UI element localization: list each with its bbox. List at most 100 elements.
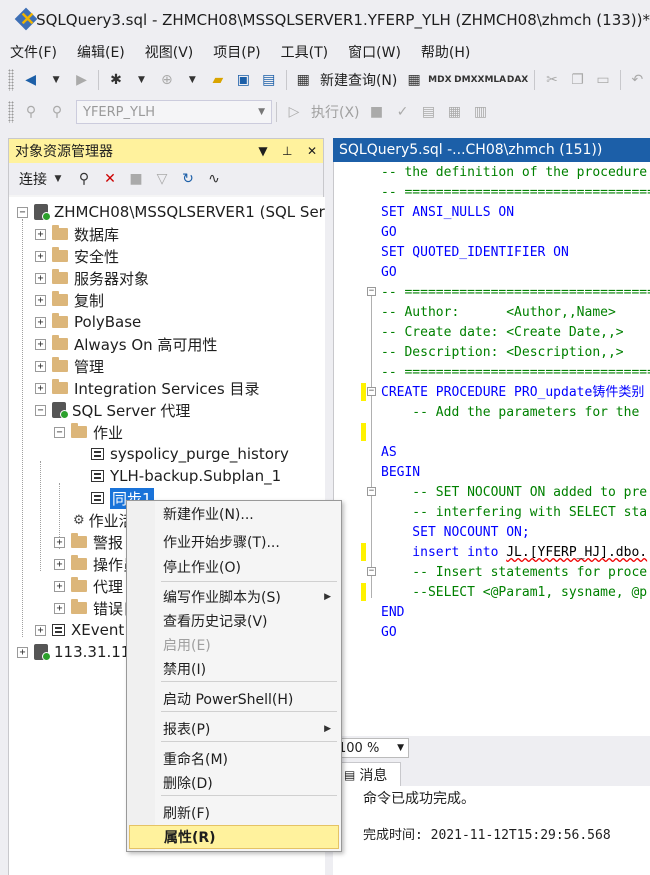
context-menu-item[interactable]: 启用(E)	[155, 633, 341, 657]
tree-node-databases[interactable]: + 数据库	[35, 223, 119, 245]
copy-icon[interactable]: ❐	[567, 69, 588, 91]
pin-icon[interactable]: ⊥	[282, 144, 292, 158]
menu-window[interactable]: 窗口(W)	[338, 42, 411, 62]
toolbar-grip[interactable]	[8, 101, 14, 123]
tree-node-xevent[interactable]: + XEvent	[35, 619, 124, 641]
context-menu-item[interactable]: 启动 PowerShell(H)	[155, 687, 341, 711]
collapse-icon[interactable]: −	[54, 426, 65, 438]
context-menu-item[interactable]: 作业开始步骤(T)...	[155, 530, 341, 554]
close-icon[interactable]: ✕	[307, 144, 317, 158]
open-folder-icon[interactable]: ▰	[207, 69, 228, 91]
expand-icon[interactable]: +	[35, 382, 46, 394]
expand-icon[interactable]: +	[35, 624, 46, 636]
dropdown-icon[interactable]: ▼	[45, 69, 66, 91]
context-menu-item[interactable]: 刷新(F)	[155, 801, 341, 825]
dax-query-icon[interactable]: DAX	[507, 69, 528, 91]
activity-monitor-icon[interactable]: ∿	[203, 168, 225, 190]
dmx-query-icon[interactable]: DMX	[454, 69, 477, 91]
expand-icon[interactable]: +	[35, 294, 46, 306]
expand-icon[interactable]: +	[35, 338, 46, 350]
context-menu-item[interactable]: 停止作业(O)	[155, 555, 341, 579]
connect-button[interactable]: 连接	[19, 169, 47, 189]
fold-toggle-icon[interactable]: −	[367, 567, 376, 576]
expand-icon[interactable]: +	[54, 558, 65, 570]
paste-icon[interactable]: ▭	[592, 69, 613, 91]
server-node-other[interactable]: + 113.31.11	[17, 641, 130, 663]
query-icon[interactable]: ▦	[403, 69, 424, 91]
expand-icon[interactable]: +	[35, 250, 46, 262]
connect-icon[interactable]: ⚲	[20, 101, 42, 123]
debug-icon[interactable]: ▤	[418, 101, 440, 123]
collapse-icon[interactable]: −	[35, 404, 46, 416]
results-grid-icon[interactable]: ▦	[444, 101, 466, 123]
expand-icon[interactable]: +	[35, 228, 46, 240]
xmla-query-icon[interactable]: XMLA	[478, 69, 507, 91]
toolbar-grip[interactable]	[8, 69, 14, 91]
context-menu-item[interactable]: 重命名(M)	[155, 747, 341, 771]
tree-node-always-on[interactable]: + Always On 高可用性	[35, 333, 217, 355]
context-menu-item[interactable]: 编写作业脚本为(S) ▶	[155, 585, 341, 609]
tree-node-jobs[interactable]: − 作业	[54, 421, 123, 443]
mdx-query-icon[interactable]: MDX	[428, 69, 451, 91]
filter-icon[interactable]: ▽	[151, 168, 173, 190]
context-menu-item[interactable]: 报表(P) ▶	[155, 717, 341, 741]
menu-edit[interactable]: 编辑(E)	[67, 42, 135, 62]
context-menu-item[interactable]: 禁用(I)	[155, 657, 341, 681]
tree-node-sql-server-agent[interactable]: − SQL Server 代理	[35, 399, 190, 421]
context-menu-item[interactable]: 新建作业(N)...	[155, 502, 341, 526]
tree-node-server-objects[interactable]: + 服务器对象	[35, 267, 149, 289]
fold-toggle-icon[interactable]: −	[367, 287, 376, 296]
tree-node-polybase[interactable]: + PolyBase	[35, 311, 141, 333]
new-query-icon[interactable]: ▦	[292, 69, 313, 91]
menu-tools[interactable]: 工具(T)	[271, 42, 338, 62]
server-node[interactable]: − ZHMCH08\MSSQLSERVER1 (SQL Ser	[17, 201, 325, 223]
parse-icon[interactable]: ✓	[392, 101, 414, 123]
context-menu-item[interactable]: 查看历史记录(V)	[155, 609, 341, 633]
menu-view[interactable]: 视图(V)	[135, 42, 204, 62]
dropdown-icon[interactable]: ▼	[131, 69, 152, 91]
zoom-select[interactable]: 100 % ▼	[335, 738, 409, 758]
fold-toggle-icon[interactable]: −	[367, 487, 376, 496]
change-connection-icon[interactable]: ⚲	[46, 101, 68, 123]
add-item-icon[interactable]: ⊕	[156, 69, 177, 91]
tree-node-job[interactable]: YLH-backup.Subplan_1	[91, 465, 281, 487]
stop-icon[interactable]: ■	[366, 101, 388, 123]
new-query-button[interactable]: 新建查询(N)	[320, 70, 397, 90]
tree-node-replication[interactable]: + 复制	[35, 289, 104, 311]
results-text-icon[interactable]: ▥	[470, 101, 492, 123]
undo-icon[interactable]: ↶	[627, 69, 648, 91]
fold-toggle-icon[interactable]: −	[367, 387, 376, 396]
context-menu-item[interactable]: 属性(R)	[129, 825, 339, 849]
database-select[interactable]: YFERP_YLH ▼	[76, 100, 272, 124]
save-all-icon[interactable]: ▤	[258, 69, 279, 91]
expand-icon[interactable]: +	[54, 536, 65, 548]
tree-node-management[interactable]: + 管理	[35, 355, 104, 377]
tree-node-job-activity-monitor[interactable]: ⚙ 作业活	[73, 509, 134, 531]
back-icon[interactable]: ◀	[20, 69, 41, 91]
expand-icon[interactable]: +	[35, 272, 46, 284]
save-icon[interactable]: ▣	[233, 69, 254, 91]
refresh-icon[interactable]: ↻	[177, 168, 199, 190]
tree-node-proxies[interactable]: + 代理	[54, 575, 123, 597]
tree-node-security[interactable]: + 安全性	[35, 245, 119, 267]
expand-icon[interactable]: +	[54, 580, 65, 592]
new-project-icon[interactable]: ✱	[105, 69, 126, 91]
menu-project[interactable]: 项目(P)	[203, 42, 270, 62]
execute-button[interactable]: 执行(X)	[311, 102, 360, 122]
expand-icon[interactable]: +	[35, 316, 46, 328]
disconnect-icon[interactable]: ✕	[99, 168, 121, 190]
dropdown-icon[interactable]: ▼	[47, 168, 69, 190]
chevron-down-icon[interactable]: ▼	[258, 144, 267, 158]
expand-icon[interactable]: +	[17, 646, 28, 658]
expand-icon[interactable]: +	[35, 360, 46, 372]
collapse-icon[interactable]: −	[17, 206, 28, 218]
editor-tab-sqlquery5[interactable]: SQLQuery5.sql -...CH08\zhmch (151))	[333, 138, 650, 162]
tree-node-job[interactable]: syspolicy_purge_history	[91, 443, 289, 465]
forward-icon[interactable]: ▶	[71, 69, 92, 91]
menu-help[interactable]: 帮助(H)	[411, 42, 480, 62]
stop-icon[interactable]: ■	[125, 168, 147, 190]
expand-icon[interactable]: +	[54, 602, 65, 614]
cut-icon[interactable]: ✂	[541, 69, 562, 91]
tree-node-integration-services[interactable]: + Integration Services 目录	[35, 377, 259, 399]
context-menu-item[interactable]: 删除(D)	[155, 771, 341, 795]
